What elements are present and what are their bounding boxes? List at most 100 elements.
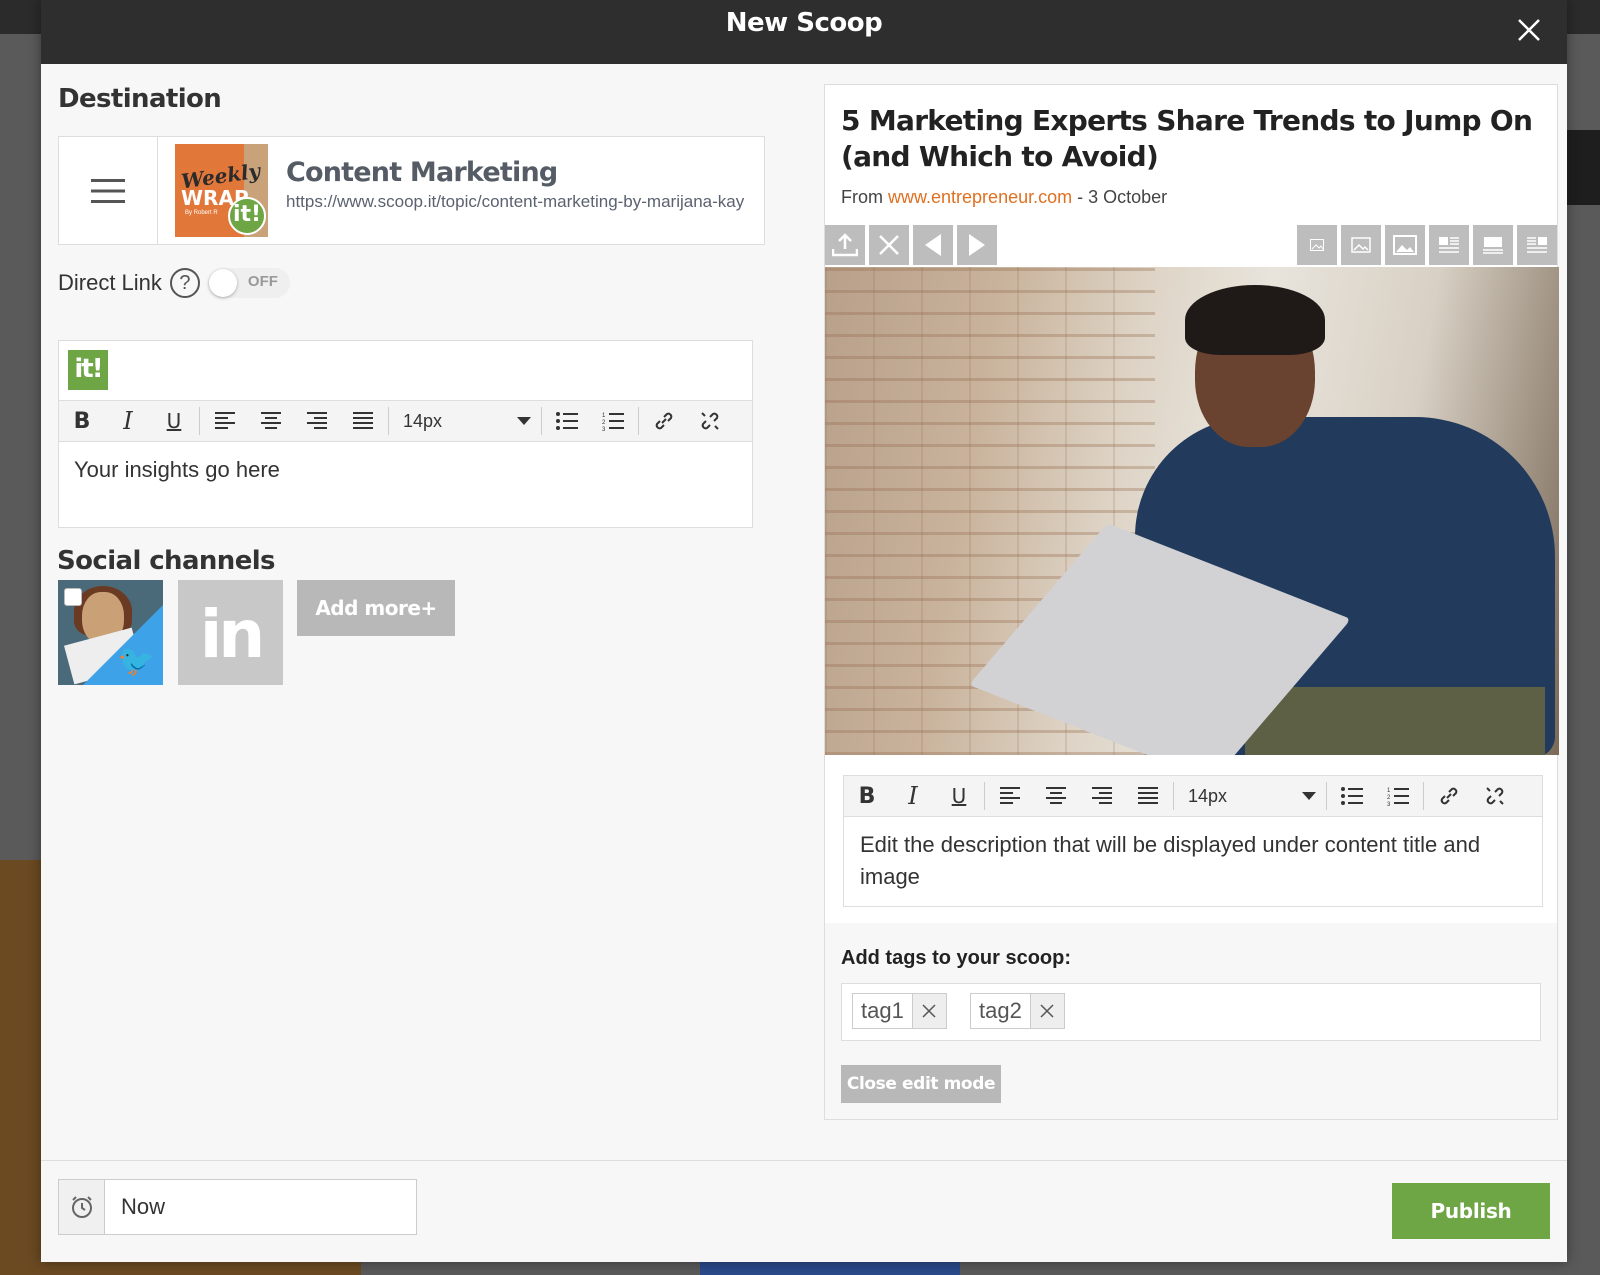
background-block (41, 1262, 361, 1275)
font-size-select[interactable]: 14px (391, 401, 539, 441)
font-size-value: 14px (403, 410, 443, 431)
bold-button[interactable]: B (844, 776, 890, 816)
source-link[interactable]: www.entrepreneur.com (888, 187, 1072, 207)
twitter-icon: 🐦 (117, 645, 155, 678)
bold-button[interactable]: B (59, 401, 105, 441)
underline-button[interactable]: U (151, 401, 197, 441)
background-block (0, 860, 41, 1275)
italic-button[interactable]: I (890, 776, 936, 816)
upload-image-icon[interactable] (825, 225, 865, 265)
align-left-icon[interactable] (202, 401, 248, 441)
remove-tag-icon[interactable] (1029, 994, 1064, 1028)
add-more-channels-button[interactable]: Add more+ (297, 580, 455, 636)
close-edit-mode-button[interactable]: Close edit mode (841, 1065, 1001, 1103)
svg-text:1: 1 (1387, 788, 1391, 794)
align-center-icon[interactable] (248, 401, 294, 441)
description-toolbar: B I U 14px 123 (843, 775, 1543, 817)
direct-link-label: Direct Link (58, 270, 162, 295)
description-text[interactable]: Edit the description that will be displa… (860, 829, 1530, 893)
numbered-list-icon[interactable]: 123 (590, 401, 636, 441)
svg-text:3: 3 (1387, 802, 1391, 806)
bullet-list-icon[interactable] (1329, 776, 1375, 816)
topic-thumbnail: Weekly WRAP By Robert R it! (175, 144, 268, 237)
photo-pants (1245, 687, 1545, 755)
toolbar-separator (1173, 782, 1174, 810)
scoop-title[interactable]: 5 Marketing Experts Share Trends to Jump… (841, 103, 1541, 175)
align-center-icon[interactable] (1033, 776, 1079, 816)
tag-chip: tag2 (970, 993, 1065, 1029)
new-scoop-modal: New Scoop Destination Weekly WRAP By Rob… (41, 0, 1567, 1262)
underline-button[interactable]: U (936, 776, 982, 816)
toolbar-separator (1326, 782, 1327, 810)
font-size-select[interactable]: 14px (1176, 776, 1324, 816)
twitter-channel[interactable]: 🐦 (58, 580, 163, 685)
previous-image-icon[interactable] (913, 225, 953, 265)
image-right-text-layout-icon[interactable] (1517, 225, 1557, 265)
publish-button[interactable]: Publish (1392, 1183, 1550, 1239)
destination-heading: Destination (58, 84, 222, 114)
insight-toolbar: B I U 14px 123 (58, 400, 753, 442)
topic-url: https://www.scoop.it/topic/content-marke… (286, 192, 745, 211)
scoop-preview: 5 Marketing Experts Share Trends to Jump… (824, 84, 1559, 1120)
scoop-date: 3 October (1088, 187, 1168, 207)
align-right-icon[interactable] (1079, 776, 1125, 816)
remove-image-icon[interactable] (869, 225, 909, 265)
clock-icon[interactable] (59, 1180, 105, 1234)
destination-selector[interactable]: Weekly WRAP By Robert R it! Content Mark… (58, 136, 765, 245)
schedule-field[interactable]: Now (58, 1179, 417, 1235)
remove-tag-icon[interactable] (911, 994, 946, 1028)
toolbar-separator (388, 407, 389, 435)
scoopit-logo-icon: it! (68, 350, 108, 390)
unlink-icon[interactable] (687, 401, 733, 441)
scoopit-badge-icon: it! (228, 197, 266, 235)
next-image-icon[interactable] (957, 225, 997, 265)
right-column: 5 Marketing Experts Share Trends to Jump… (782, 64, 1567, 1160)
tags-label: Add tags to your scoop: (841, 947, 1071, 969)
help-icon[interactable]: ? (169, 268, 200, 298)
close-icon[interactable] (1509, 10, 1549, 50)
chevron-down-icon (1302, 792, 1316, 800)
insight-text-area[interactable]: Your insights go here (74, 454, 280, 486)
numbered-list-icon[interactable]: 123 (1375, 776, 1421, 816)
align-left-icon[interactable] (987, 776, 1033, 816)
tags-input[interactable]: tag1 tag2 (841, 983, 1541, 1041)
modal-header: New Scoop (41, 0, 1567, 64)
link-icon[interactable] (1426, 776, 1472, 816)
svg-text:2: 2 (1387, 795, 1391, 801)
small-image-layout-icon[interactable] (1297, 225, 1337, 265)
tags-section: Add tags to your scoop: tag1 tag2 Close … (825, 923, 1557, 1119)
align-right-icon[interactable] (294, 401, 340, 441)
align-justify-icon[interactable] (340, 401, 386, 441)
font-size-value: 14px (1188, 785, 1228, 806)
tag-label: tag2 (979, 998, 1022, 1023)
bullet-list-icon[interactable] (544, 401, 590, 441)
italic-button[interactable]: I (105, 401, 151, 441)
direct-link-toggle[interactable]: OFF (207, 268, 290, 298)
toggle-state: OFF (247, 273, 278, 290)
background-block (700, 1262, 960, 1275)
image-left-text-layout-icon[interactable] (1429, 225, 1469, 265)
from-label: From (841, 187, 883, 207)
unlink-icon[interactable] (1472, 776, 1518, 816)
tag-chip: tag1 (852, 993, 947, 1029)
schedule-value: Now (121, 1194, 166, 1219)
menu-icon[interactable] (59, 137, 158, 244)
toolbar-separator (638, 407, 639, 435)
medium-image-layout-icon[interactable] (1341, 225, 1381, 265)
link-icon[interactable] (641, 401, 687, 441)
channel-checkbox[interactable] (64, 588, 82, 606)
description-editor[interactable]: Edit the description that will be displa… (843, 817, 1543, 907)
linkedin-channel[interactable]: in (178, 580, 283, 685)
thumb-text: By Robert R (185, 210, 218, 216)
svg-text:2: 2 (602, 420, 606, 426)
large-image-layout-icon[interactable] (1385, 225, 1425, 265)
toolbar-separator (199, 407, 200, 435)
image-tools-left (825, 225, 997, 265)
align-justify-icon[interactable] (1125, 776, 1171, 816)
tag-label: tag1 (861, 998, 904, 1023)
topic-name: Content Marketing (286, 157, 558, 188)
image-top-text-layout-icon[interactable] (1473, 225, 1513, 265)
image-layout-tools (1297, 225, 1557, 265)
toolbar-separator (541, 407, 542, 435)
scoop-source-line: From www.entrepreneur.com - 3 October (841, 187, 1167, 208)
